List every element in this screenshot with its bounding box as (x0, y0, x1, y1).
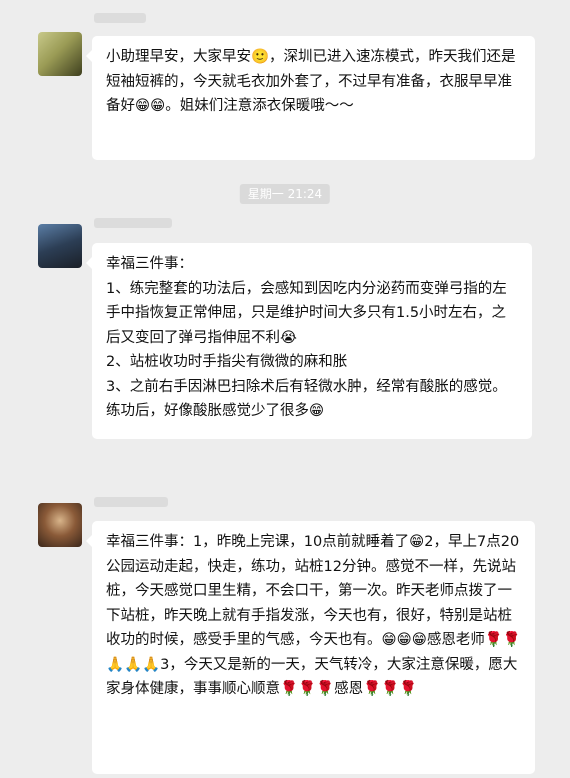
message-bubble[interactable]: 幸福三件事：1，昨晚上完课，10点前就睡着了😁2，早上7点20公园运动走起，快走… (86, 521, 535, 774)
message-timestamp: 星期一 21:24 (239, 184, 331, 204)
sender-name-blurred (94, 497, 168, 507)
message-bubble[interactable]: 小助理早安，大家早安🙂，深圳已进入速冻模式，昨天我们还是短袖短裤的，今天就毛衣加… (86, 36, 535, 160)
avatar[interactable] (38, 224, 82, 268)
sender-name-blurred (94, 13, 146, 23)
avatar[interactable] (38, 32, 82, 76)
sender-name-blurred (94, 218, 172, 228)
avatar[interactable] (38, 503, 82, 547)
message-bubble[interactable]: 幸福三件事： 1、练完整套的功法后，会感知到因吃内分泌药而变弹弓指的左手中指恢复… (86, 243, 532, 439)
